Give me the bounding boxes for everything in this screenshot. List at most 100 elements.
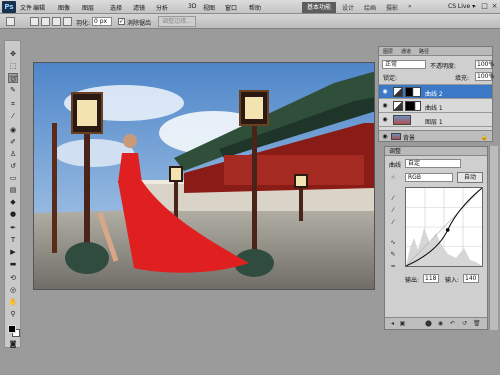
3d-orbit-tool-icon[interactable]: ◎ bbox=[8, 285, 18, 295]
white-point-eyedropper-icon[interactable]: ⁄ bbox=[389, 219, 397, 227]
menu-layer[interactable]: 图层 bbox=[82, 3, 94, 12]
menu-3d[interactable]: 3D bbox=[188, 3, 196, 10]
preset-select[interactable]: 自定 bbox=[405, 159, 461, 168]
healing-brush-tool-icon[interactable]: ◉ bbox=[8, 125, 18, 135]
history-brush-tool-icon[interactable]: ↺ bbox=[8, 161, 18, 171]
layer-row-layer-1[interactable]: ◉ 图层 1 bbox=[379, 112, 492, 126]
auto-button[interactable]: 自动 bbox=[457, 172, 483, 183]
gradient-tool-icon[interactable]: ▤ bbox=[8, 185, 18, 195]
menu-filter[interactable]: 滤镜 bbox=[133, 3, 145, 12]
lasso-tool-preset-icon[interactable] bbox=[6, 17, 15, 26]
menu-help[interactable]: 帮助 bbox=[249, 3, 261, 12]
eraser-tool-icon[interactable]: ▭ bbox=[8, 173, 18, 183]
channel-select[interactable]: RGB bbox=[405, 173, 453, 182]
output-input[interactable]: 118 bbox=[423, 274, 439, 283]
layer-row-curves-1[interactable]: ◉ 曲线 1 bbox=[379, 98, 492, 112]
application-bar: Ps 文件 编辑 图像 图层 选择 滤镜 分析 3D 视图 窗口 帮助 基本功能… bbox=[0, 0, 500, 14]
reset-icon[interactable]: ↺ bbox=[461, 320, 468, 327]
curves-graph[interactable] bbox=[405, 187, 483, 267]
tab-layers[interactable]: 图层 bbox=[383, 48, 393, 55]
menu-image[interactable]: 图像 bbox=[58, 3, 70, 12]
close-button[interactable]: × bbox=[490, 2, 499, 11]
quick-mask-icon[interactable]: ◙ bbox=[8, 339, 18, 349]
layer-mask-thumbnail[interactable] bbox=[405, 87, 421, 97]
move-tool-icon[interactable]: ✥ bbox=[8, 49, 18, 59]
intersect-selection-icon[interactable] bbox=[63, 17, 72, 26]
tab-channels[interactable]: 通道 bbox=[401, 48, 411, 55]
collapsed-panel-dock[interactable] bbox=[489, 146, 498, 330]
black-point-eyedropper-icon[interactable]: ⁄ bbox=[389, 195, 397, 203]
tab-paths[interactable]: 路径 bbox=[419, 48, 429, 55]
visibility-eye-icon[interactable]: ◉ bbox=[381, 116, 389, 124]
menu-file[interactable]: 文件 bbox=[20, 3, 32, 12]
clone-stamp-tool-icon[interactable]: ♙ bbox=[8, 149, 18, 159]
workspace-basic-button[interactable]: 基本功能 bbox=[302, 2, 336, 13]
lasso-tool-icon[interactable]: ➰ bbox=[8, 73, 18, 83]
type-tool-icon[interactable]: T bbox=[8, 235, 18, 245]
workspace-paint[interactable]: 绘画 bbox=[364, 3, 376, 12]
menu-edit[interactable]: 编辑 bbox=[33, 3, 45, 12]
feather-input[interactable]: 0 px bbox=[92, 17, 112, 26]
layer-row-curves-2[interactable]: ◉ 曲线 2 bbox=[379, 84, 492, 98]
layers-panel: 图层 通道 路径 正常 不透明度: 100% 锁定: 填充: 100% ◉ 曲线… bbox=[378, 46, 494, 142]
feather-label: 羽化: bbox=[76, 20, 91, 27]
visibility-eye-icon[interactable]: ◉ bbox=[381, 133, 389, 141]
maximize-button[interactable]: □ bbox=[480, 2, 489, 11]
view-previous-icon[interactable]: ↶ bbox=[449, 320, 456, 327]
menu-select[interactable]: 选择 bbox=[110, 3, 122, 12]
opacity-input[interactable]: 100% bbox=[475, 60, 494, 69]
toggle-visibility-icon[interactable]: ◉ bbox=[437, 320, 444, 327]
on-image-adjust-icon[interactable]: ☝ bbox=[389, 174, 397, 182]
document-canvas[interactable] bbox=[33, 62, 375, 290]
fill-input[interactable]: 100% bbox=[475, 72, 494, 81]
menu-view[interactable]: 视图 bbox=[203, 3, 215, 12]
3d-rotate-tool-icon[interactable]: ⟲ bbox=[8, 273, 18, 283]
refine-edge-button[interactable]: 调整边缘... bbox=[158, 16, 196, 27]
delete-icon[interactable]: 🗑 bbox=[473, 320, 481, 327]
expand-view-icon[interactable]: ▣ bbox=[399, 320, 406, 327]
shape-tool-icon[interactable]: ▬ bbox=[8, 259, 18, 269]
menu-analysis[interactable]: 分析 bbox=[156, 3, 168, 12]
foreground-color-swatch[interactable] bbox=[8, 325, 16, 333]
eyedropper-tool-icon[interactable]: ⁄ bbox=[8, 111, 18, 121]
pencil-curve-tool-icon[interactable]: ✎ bbox=[389, 251, 397, 259]
smooth-curve-icon[interactable]: ≈ bbox=[389, 263, 397, 271]
visibility-eye-icon[interactable]: ◉ bbox=[381, 102, 389, 110]
gray-point-eyedropper-icon[interactable]: ⁄ bbox=[389, 207, 397, 215]
layer-name: 曲线 1 bbox=[425, 105, 443, 112]
workspace-photo[interactable]: 摄影 bbox=[386, 3, 398, 12]
input-input[interactable]: 140 bbox=[463, 274, 479, 283]
menu-window[interactable]: 窗口 bbox=[225, 3, 237, 12]
new-selection-icon[interactable] bbox=[30, 17, 39, 26]
layer-mask-thumbnail[interactable] bbox=[405, 101, 421, 111]
blur-tool-icon[interactable]: ◆ bbox=[8, 197, 18, 207]
dodge-tool-icon[interactable]: ● bbox=[8, 209, 18, 219]
tab-adjustments[interactable]: 调整 bbox=[385, 147, 487, 156]
layer-thumbnail bbox=[391, 133, 401, 140]
adjustments-footer: ◂ ▣ ⬤ ◉ ↶ ↺ 🗑 bbox=[385, 317, 487, 329]
blend-mode-select[interactable]: 正常 bbox=[382, 60, 426, 69]
path-select-tool-icon[interactable]: ▶ bbox=[8, 247, 18, 257]
return-to-list-icon[interactable]: ◂ bbox=[389, 320, 396, 327]
quick-select-tool-icon[interactable]: ✎ bbox=[8, 85, 18, 95]
antialias-checkbox[interactable]: ✓ bbox=[118, 18, 125, 25]
canvas-photo bbox=[34, 63, 374, 289]
crop-tool-icon[interactable]: ⌗ bbox=[8, 99, 18, 109]
workspace-more[interactable]: » bbox=[408, 3, 412, 10]
visibility-eye-icon[interactable]: ◉ bbox=[381, 88, 389, 96]
curve-point-tool-icon[interactable]: ∿ bbox=[389, 239, 397, 247]
pen-tool-icon[interactable]: ✒ bbox=[8, 223, 18, 233]
subtract-selection-icon[interactable] bbox=[52, 17, 61, 26]
curve-control-point[interactable] bbox=[445, 228, 450, 232]
brush-tool-icon[interactable]: ✐ bbox=[8, 137, 18, 147]
opacity-label: 不透明度: bbox=[430, 63, 457, 70]
layer-name[interactable]: 背景 bbox=[403, 133, 415, 142]
minimize-button[interactable]: – bbox=[470, 2, 479, 11]
workspace-design[interactable]: 设计 bbox=[342, 3, 354, 12]
curves-adjustment-icon bbox=[393, 87, 403, 97]
hand-tool-icon[interactable]: ✋ bbox=[8, 297, 18, 307]
add-selection-icon[interactable] bbox=[41, 17, 50, 26]
zoom-tool-icon[interactable]: ⚲ bbox=[8, 309, 18, 319]
marquee-tool-icon[interactable]: ⬚ bbox=[8, 61, 18, 71]
clip-to-layer-icon[interactable]: ⬤ bbox=[425, 320, 432, 327]
